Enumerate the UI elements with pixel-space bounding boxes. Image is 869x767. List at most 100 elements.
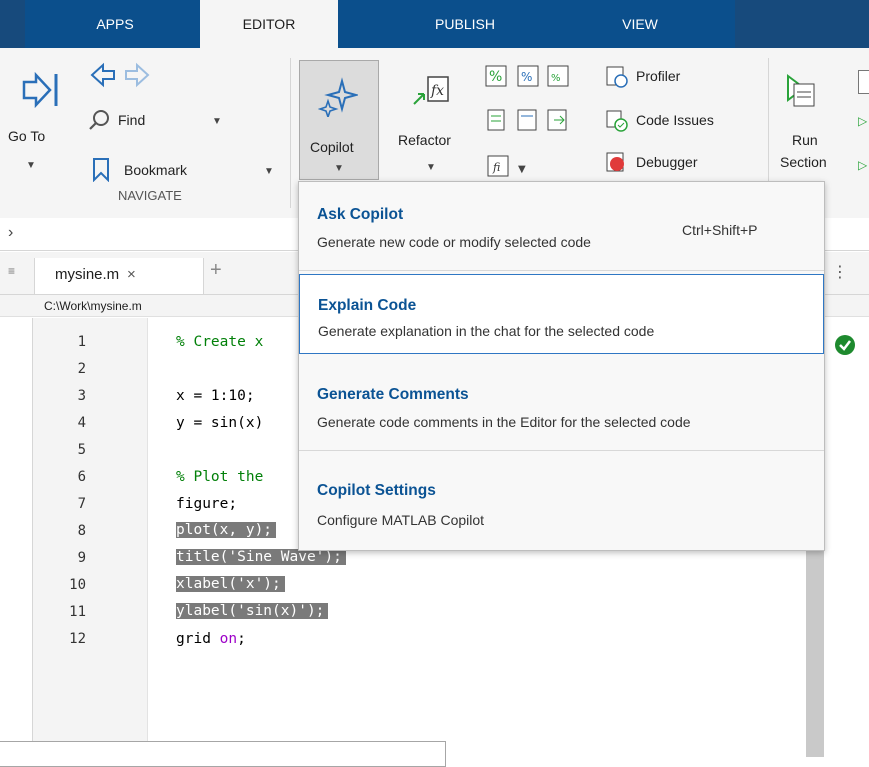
profiler-icon: [606, 66, 628, 88]
menu-item-copilot-settings[interactable]: Copilot Settings Configure MATLAB Copilo…: [299, 452, 824, 550]
copilot-menu: Ask Copilot Generate new code or modify …: [298, 181, 825, 551]
more-options-icon[interactable]: ⋮: [832, 262, 848, 282]
line-number: 6: [77, 469, 86, 485]
code-analyzer-bar: [824, 318, 869, 757]
section-label: Section: [780, 154, 827, 170]
debugger-icon: [606, 152, 624, 172]
run-section-button[interactable]: Run Section: [776, 66, 846, 196]
selected-code-line[interactable]: title('Sine Wave');: [176, 549, 346, 565]
find-label: Find: [118, 112, 146, 128]
ribbon-separator: [290, 58, 291, 208]
debugger-label: Debugger: [636, 154, 698, 170]
scrollbar[interactable]: [806, 522, 824, 757]
menu-item-generate-comments[interactable]: Generate Comments Generate code comments…: [299, 358, 824, 446]
back-forward-icon[interactable]: [90, 62, 152, 88]
run-label: Run: [792, 132, 818, 148]
shortcut-label: Ctrl+Shift+P: [682, 222, 758, 238]
close-icon[interactable]: ×: [127, 266, 136, 283]
more-icon: [858, 70, 869, 94]
menu-item-title: Explain Code: [318, 297, 417, 314]
menu-item-title: Copilot Settings: [317, 482, 436, 499]
refactor-button[interactable]: fx Refactor ▼: [392, 66, 472, 186]
code-issues-icon: [606, 110, 628, 132]
file-tab[interactable]: mysine.m ×: [34, 258, 204, 294]
svg-text:fi: fi: [492, 161, 500, 174]
line-number: 10: [69, 577, 86, 593]
copilot-button[interactable]: Copilot ▼: [299, 60, 379, 180]
chevron-down-icon: ▼: [212, 116, 222, 127]
refactor-label: Refactor: [398, 132, 451, 148]
toolstrip-tabs: APPS EDITOR PUBLISH VIEW: [0, 0, 869, 48]
tab-publish[interactable]: PUBLISH: [405, 0, 525, 48]
selected-code-line[interactable]: xlabel('x');: [176, 576, 285, 592]
tab-view[interactable]: VIEW: [580, 0, 700, 48]
code-line[interactable]: % Create x: [176, 334, 263, 350]
code-line[interactable]: % Plot the: [176, 469, 263, 485]
line-number: 5: [77, 442, 86, 458]
line-number: 2: [77, 361, 86, 377]
go-to-button[interactable]: Go To ▼: [8, 66, 70, 206]
file-tab-label: mysine.m: [55, 266, 120, 283]
line-number: 7: [77, 496, 86, 512]
play-icon[interactable]: ▷: [858, 158, 867, 172]
code-line[interactable]: figure;: [176, 496, 237, 512]
profiler-label: Profiler: [636, 68, 681, 84]
chevron-down-icon: ▼: [426, 162, 436, 173]
keyword-token: on: [219, 631, 238, 647]
menu-divider: [299, 450, 824, 451]
menu-item-explain-code[interactable]: Explain Code Generate explanation in the…: [299, 274, 824, 354]
find-button[interactable]: Find ▼: [88, 106, 238, 136]
run-section-icon: [787, 74, 815, 107]
debugger-button[interactable]: Debugger: [606, 152, 766, 180]
play-icon[interactable]: ▷: [858, 114, 867, 128]
svg-text:fx: fx: [430, 83, 444, 99]
menu-item-title: Ask Copilot: [317, 206, 404, 223]
code-line[interactable]: grid on;: [176, 631, 246, 647]
check-icon: [835, 335, 855, 355]
selected-code-line[interactable]: ylabel('sin(x)');: [176, 603, 329, 619]
code-issues-label: Code Issues: [636, 112, 714, 128]
profiler-button[interactable]: Profiler: [606, 66, 766, 94]
bookmark-label: Bookmark: [124, 162, 188, 178]
chevron-down-icon: ▼: [334, 163, 344, 174]
chevron-down-icon: ▼: [264, 166, 274, 177]
bookmark-button[interactable]: Bookmark ▼: [88, 156, 274, 186]
code-tools-icons[interactable]: % % % fi ▼: [484, 64, 580, 184]
menu-item-description: Generate explanation in the chat for the…: [318, 323, 655, 339]
line-number: 1: [77, 334, 86, 350]
bookmark-icon: [93, 158, 109, 182]
menu-divider: [299, 270, 824, 271]
svg-text:%: %: [521, 70, 532, 84]
menu-item-description: Generate code comments in the Editor for…: [317, 414, 691, 430]
line-number: 11: [69, 604, 86, 620]
line-number: 12: [69, 631, 86, 647]
command-input[interactable]: [0, 741, 446, 767]
copilot-label: Copilot: [310, 139, 354, 155]
menu-icon[interactable]: ≡: [8, 264, 15, 278]
code-line[interactable]: x = 1:10;: [176, 388, 255, 404]
chevron-right-icon[interactable]: ›: [8, 224, 13, 242]
copilot-sparkle-icon: [318, 77, 358, 117]
svg-text:▼: ▼: [518, 164, 526, 175]
code-line[interactable]: y = sin(x): [176, 415, 263, 431]
svg-text:%: %: [551, 73, 561, 84]
line-number: 8: [77, 523, 86, 539]
line-number: 4: [77, 415, 86, 431]
navigate-group-label: NAVIGATE: [118, 188, 182, 203]
tab-editor[interactable]: EDITOR: [200, 0, 338, 48]
menu-item-title: Generate Comments: [317, 386, 469, 403]
code-issues-button[interactable]: Code Issues: [606, 110, 766, 138]
line-number: 3: [77, 388, 86, 404]
tab-apps[interactable]: APPS: [55, 0, 175, 48]
add-tab-icon[interactable]: +: [210, 259, 222, 282]
menu-item-ask-copilot[interactable]: Ask Copilot Generate new code or modify …: [299, 182, 824, 270]
refactor-icon: fx: [413, 76, 449, 105]
menu-item-description: Configure MATLAB Copilot: [317, 512, 485, 528]
search-icon: [89, 110, 109, 130]
code-token: ;: [237, 631, 246, 647]
menu-item-description: Generate new code or modify selected cod…: [317, 234, 591, 250]
line-number: 9: [77, 550, 86, 566]
go-to-label: Go To: [8, 128, 46, 144]
chevron-down-icon: ▼: [26, 160, 36, 171]
selected-code-line[interactable]: plot(x, y);: [176, 522, 277, 538]
